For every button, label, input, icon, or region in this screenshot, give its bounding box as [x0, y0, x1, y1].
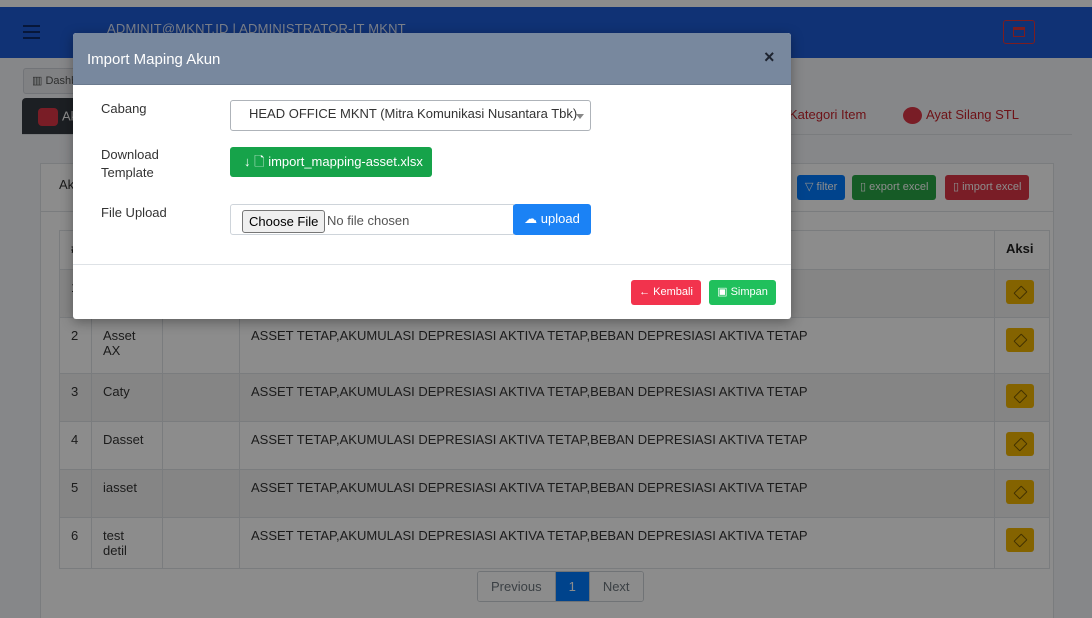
modal-footer: ← Kembali ▣ Simpan: [73, 264, 791, 319]
save-icon: ▣: [717, 286, 731, 298]
download-template-button[interactable]: ↓ 🗋 import_mapping-asset.xlsx: [230, 147, 432, 177]
simpan-button[interactable]: ▣ Simpan: [709, 280, 776, 305]
upload-button[interactable]: ☁ upload: [513, 204, 591, 235]
file-input[interactable]: Choose File No file chosen: [230, 204, 514, 235]
close-icon[interactable]: ×: [764, 47, 775, 68]
arrow-left-icon: ←: [639, 286, 654, 298]
choose-file-button[interactable]: Choose File: [242, 210, 326, 233]
file-status: No file chosen: [327, 213, 410, 228]
download-template-label: Download Template: [101, 147, 159, 180]
arrow-down-icon: ↓: [244, 154, 251, 169]
modal-title: Import Maping Akun: [87, 51, 221, 68]
cloud-upload-icon: ☁: [524, 211, 538, 226]
cabang-label: Cabang: [101, 101, 147, 116]
kembali-button[interactable]: ← Kembali: [631, 280, 701, 305]
modal-header: Import Maping Akun ×: [73, 33, 791, 85]
import-modal: Import Maping Akun × Cabang HEAD OFFICE …: [73, 33, 791, 319]
file-icon: 🗋: [254, 154, 265, 169]
file-upload-label: File Upload: [101, 205, 167, 220]
chevron-down-icon: [576, 114, 584, 119]
cabang-select[interactable]: HEAD OFFICE MKNT (Mitra Komunikasi Nusan…: [230, 100, 591, 131]
cabang-select-value: HEAD OFFICE MKNT (Mitra Komunikasi Nusan…: [249, 106, 578, 121]
